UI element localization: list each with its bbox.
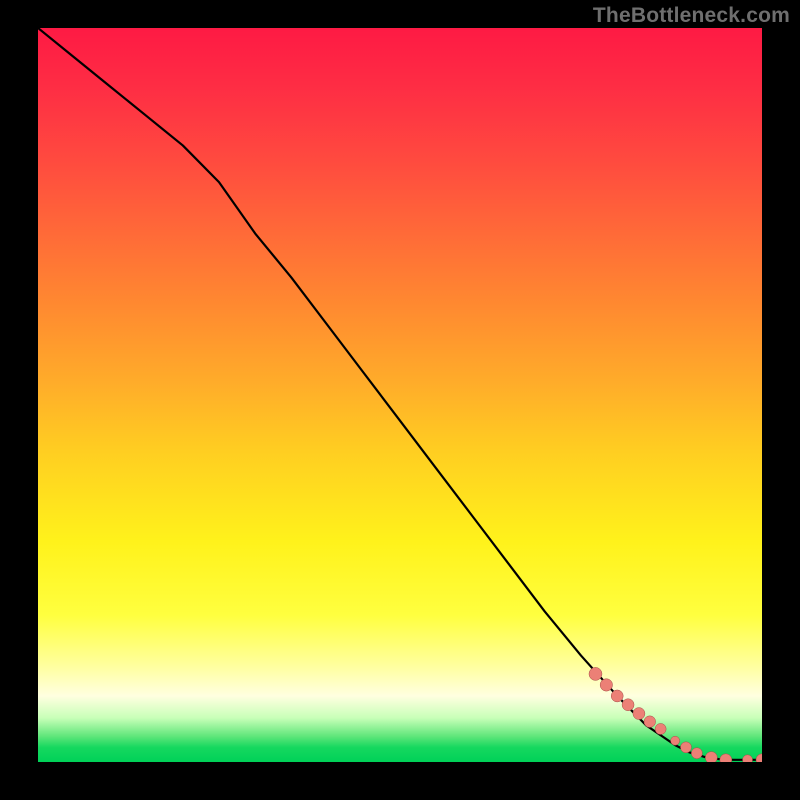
marker-dot <box>691 748 702 759</box>
trend-line <box>38 28 762 760</box>
marker-dot <box>611 690 623 702</box>
marker-dot <box>622 699 634 711</box>
marker-dot <box>600 679 612 691</box>
marker-dot <box>720 754 732 762</box>
chart-area <box>38 28 762 762</box>
marker-dot <box>655 723 666 734</box>
marker-dot <box>743 755 753 762</box>
marker-dot <box>680 742 691 753</box>
chart-svg <box>38 28 762 762</box>
marker-dot <box>633 708 645 720</box>
marker-dot <box>671 736 680 745</box>
watermark-text: TheBottleneck.com <box>593 4 790 28</box>
marker-dot <box>756 754 762 762</box>
marker-group <box>589 667 762 762</box>
marker-dot <box>589 667 602 680</box>
marker-dot <box>705 752 717 762</box>
marker-dot <box>644 716 656 728</box>
